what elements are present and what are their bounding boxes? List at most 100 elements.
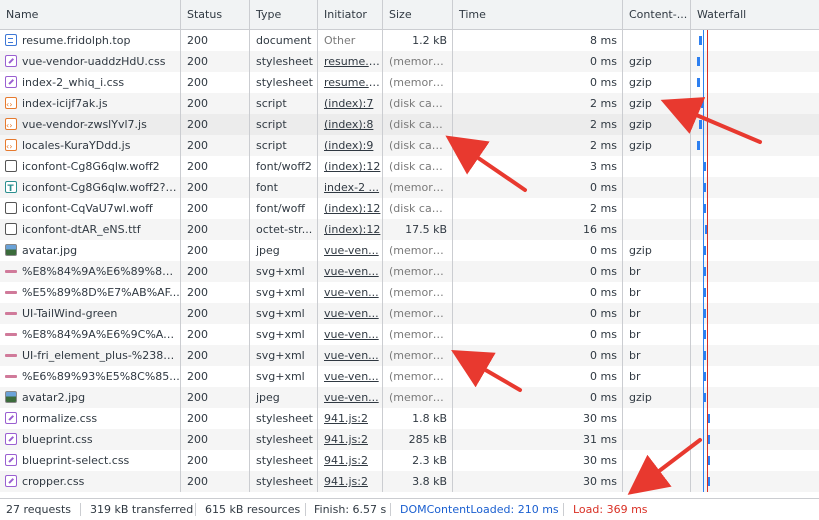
request-initiator[interactable]: vue-ven... <box>318 303 383 324</box>
request-name[interactable]: iconfont-Cg8G6qlw.woff2 <box>0 156 181 177</box>
request-content-encoding: br <box>623 366 691 387</box>
request-status: 200 <box>181 261 250 282</box>
table-row[interactable]: blueprint-select.css 200 stylesheet 941.js:… <box>0 450 819 471</box>
column-header-name[interactable]: Name <box>0 0 181 29</box>
request-name[interactable]: vue-vendor-uaddzHdU.css <box>0 51 181 72</box>
font-file-icon <box>5 160 17 172</box>
request-initiator[interactable]: vue-ven... <box>318 240 383 261</box>
request-waterfall <box>691 429 819 450</box>
request-time: 2 ms <box>453 93 623 114</box>
request-initiator[interactable]: (index):9 <box>318 135 383 156</box>
request-initiator[interactable]: vue-ven... <box>318 324 383 345</box>
table-row[interactable]: normalize.css 200 stylesheet 941.js:2 1.8 kB… <box>0 408 819 429</box>
request-content-encoding <box>623 177 691 198</box>
table-row[interactable]: %E8%84%9A%E6%89%8B... 200 svg+xml vue-ven..… <box>0 261 819 282</box>
request-type: document <box>250 30 318 51</box>
request-type: stylesheet <box>250 450 318 471</box>
request-name[interactable]: %E8%84%9A%E6%89%8B... <box>0 261 181 282</box>
column-header-status[interactable]: Status <box>181 0 250 29</box>
request-initiator[interactable]: index-2 ... <box>318 177 383 198</box>
request-type: octet-str... <box>250 219 318 240</box>
request-name[interactable]: resume.fridolph.top <box>0 30 181 51</box>
table-row[interactable]: index-2_whiq_i.css 200 stylesheet resume.f.… <box>0 72 819 93</box>
table-row[interactable]: UI-fri_element_plus-%238a... 200 svg+xml vu… <box>0 345 819 366</box>
request-name[interactable]: iconfont-CqVaU7wl.woff <box>0 198 181 219</box>
request-initiator[interactable]: vue-ven... <box>318 282 383 303</box>
request-name[interactable]: normalize.css <box>0 408 181 429</box>
column-header-content-encoding[interactable]: Content-... <box>623 0 691 29</box>
table-row[interactable]: %E5%89%8D%E7%AB%AF... 200 svg+xml vue-ven..… <box>0 282 819 303</box>
request-name[interactable]: blueprint-select.css <box>0 450 181 471</box>
request-name[interactable]: cropper.css <box>0 471 181 492</box>
request-time: 0 ms <box>453 366 623 387</box>
table-row[interactable]: iconfont-Cg8G6qlw.woff2?t...200fontindex… <box>0 177 819 198</box>
request-initiator[interactable]: (index):7 <box>318 93 383 114</box>
request-waterfall <box>691 51 819 72</box>
table-row[interactable]: iconfont-Cg8G6qlw.woff2 200 font/woff2 (ind… <box>0 156 819 177</box>
table-row[interactable]: cropper.css 200 stylesheet 941.js:2 3.8 kB 30… <box>0 471 819 492</box>
table-row[interactable]: resume.fridolph.top 200 document Other 1.2 k… <box>0 30 819 51</box>
request-name[interactable]: vue-vendor-zwslYvl7.js <box>0 114 181 135</box>
request-type: stylesheet <box>250 471 318 492</box>
svg-icon <box>5 291 17 294</box>
request-initiator[interactable]: 941.js:2 <box>318 408 383 429</box>
request-time: 0 ms <box>453 51 623 72</box>
request-initiator[interactable]: (index):12 <box>318 198 383 219</box>
request-waterfall <box>691 156 819 177</box>
request-initiator[interactable]: 941.js:2 <box>318 471 383 492</box>
request-status: 200 <box>181 219 250 240</box>
request-initiator[interactable]: 941.js:2 <box>318 450 383 471</box>
request-name[interactable]: iconfont-Cg8G6qlw.woff2?t... <box>0 177 181 198</box>
request-initiator[interactable]: (index):12 <box>318 219 383 240</box>
request-size: 285 kB <box>383 429 453 450</box>
request-name[interactable]: avatar.jpg <box>0 240 181 261</box>
request-initiator[interactable]: (index):12 <box>318 156 383 177</box>
request-content-encoding: gzip <box>623 93 691 114</box>
request-name[interactable]: iconfont-dtAR_eNS.ttf <box>0 219 181 240</box>
table-row[interactable]: vue-vendor-zwslYvl7.js200script(index):8… <box>0 114 819 135</box>
request-initiator[interactable]: vue-ven... <box>318 345 383 366</box>
request-name[interactable]: UI-TailWind-green <box>0 303 181 324</box>
request-initiator[interactable]: resume.f... <box>318 51 383 72</box>
request-name[interactable]: %E6%89%93%E5%8C%85... <box>0 366 181 387</box>
request-name[interactable]: avatar2.jpg <box>0 387 181 408</box>
request-waterfall <box>691 408 819 429</box>
load-time: Load: 369 ms <box>573 503 648 516</box>
request-initiator[interactable]: 941.js:2 <box>318 429 383 450</box>
column-header-initiator[interactable]: Initiator <box>318 0 383 29</box>
table-row[interactable]: index-icijf7ak.js200script(index):7(disk… <box>0 93 819 114</box>
table-row[interactable]: locales-KuraYDdd.js200script(index):9(di… <box>0 135 819 156</box>
request-size: 17.5 kB <box>383 219 453 240</box>
request-name[interactable]: index-icijf7ak.js <box>0 93 181 114</box>
request-size: (disk cac... <box>383 135 453 156</box>
request-name[interactable]: locales-KuraYDdd.js <box>0 135 181 156</box>
column-header-waterfall[interactable]: Waterfall <box>691 0 819 29</box>
request-name[interactable]: UI-fri_element_plus-%238a... <box>0 345 181 366</box>
request-initiator[interactable]: vue-ven... <box>318 387 383 408</box>
table-row[interactable]: avatar2.jpg 200 jpeg vue-ven... (memory ... 0… <box>0 387 819 408</box>
request-initiator[interactable]: resume.f... <box>318 72 383 93</box>
request-time: 0 ms <box>453 387 623 408</box>
request-content-encoding: br <box>623 324 691 345</box>
request-initiator[interactable]: (index):8 <box>318 114 383 135</box>
request-initiator[interactable]: vue-ven... <box>318 366 383 387</box>
request-name[interactable]: blueprint.css <box>0 429 181 450</box>
table-row[interactable]: %E6%89%93%E5%8C%85... 200 svg+xml vue-ven..… <box>0 366 819 387</box>
request-initiator[interactable]: vue-ven... <box>318 261 383 282</box>
request-content-encoding <box>623 450 691 471</box>
table-row[interactable]: UI-TailWind-green 200 svg+xml vue-ven... (me… <box>0 303 819 324</box>
table-row[interactable]: vue-vendor-uaddzHdU.css 200 stylesheet resu… <box>0 51 819 72</box>
table-row[interactable]: iconfont-CqVaU7wl.woff 200 font/woff (index… <box>0 198 819 219</box>
table-row[interactable]: %E8%84%9A%E6%9C%AC... 200 svg+xml vue-ven..… <box>0 324 819 345</box>
request-name[interactable]: %E8%84%9A%E6%9C%AC... <box>0 324 181 345</box>
request-name[interactable]: %E5%89%8D%E7%AB%AF... <box>0 282 181 303</box>
request-time: 0 ms <box>453 303 623 324</box>
table-row[interactable]: avatar.jpg 200 jpeg vue-ven... (memory ... 0 … <box>0 240 819 261</box>
column-header-size[interactable]: Size <box>383 0 453 29</box>
table-row[interactable]: iconfont-dtAR_eNS.ttf 200 octet-str... (ind… <box>0 219 819 240</box>
column-header-type[interactable]: Type <box>250 0 318 29</box>
request-name[interactable]: index-2_whiq_i.css <box>0 72 181 93</box>
table-row[interactable]: blueprint.css 200 stylesheet 941.js:2 285 kB… <box>0 429 819 450</box>
request-content-encoding <box>623 198 691 219</box>
column-header-time[interactable]: Time <box>453 0 623 29</box>
